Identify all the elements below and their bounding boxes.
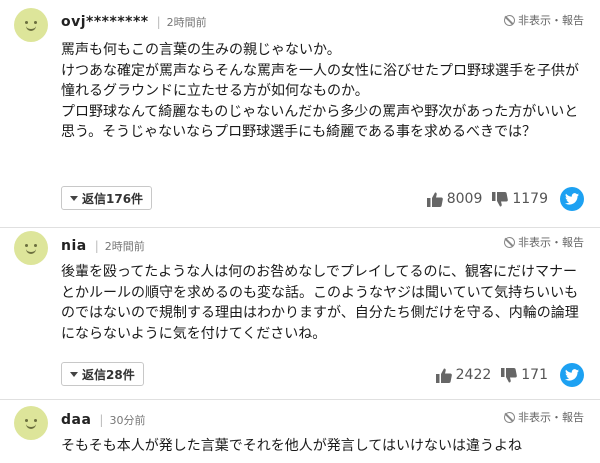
comment-item: daa | 30分前 非表示・報告 そもそも本人が発した言葉でそれを他人が発言し… xyxy=(0,400,600,463)
like-button[interactable]: 8009 xyxy=(426,191,483,207)
comment-actions: 2422 171 xyxy=(435,363,584,387)
comment-body: そもそも本人が発した言葉でそれを他人が発言してはいけないは違うよね xyxy=(61,438,523,454)
dislike-count: 171 xyxy=(521,367,548,383)
twitter-bird-icon xyxy=(565,369,579,381)
hide-report-label: 非表示・報告 xyxy=(518,14,584,27)
ban-icon xyxy=(504,236,515,248)
thumbs-down-icon xyxy=(492,191,509,206)
hide-report-label: 非表示・報告 xyxy=(518,236,584,249)
caret-down-icon xyxy=(70,371,78,377)
username[interactable]: ovj******** xyxy=(61,14,149,30)
timestamp: 2時間前 xyxy=(104,240,145,253)
comment-body: 罵声も何もこの言葉の生みの親じゃないか。 けつあな確定が罵声ならそんな罵声を一人… xyxy=(61,42,579,140)
comment-meta: nia | 2時間前 xyxy=(61,238,145,254)
avatar xyxy=(14,406,48,440)
timestamp: 30分前 xyxy=(109,414,146,427)
reply-toggle-button[interactable]: 返信176件 xyxy=(61,186,153,210)
twitter-share-button[interactable] xyxy=(560,187,584,211)
thumbs-up-icon xyxy=(435,368,452,383)
comment-actions: 8009 1179 xyxy=(426,187,584,211)
like-count: 2422 xyxy=(455,367,492,383)
reply-toggle-button[interactable]: 返信28件 xyxy=(61,362,144,386)
thumbs-up-icon xyxy=(426,192,443,207)
avatar xyxy=(14,231,48,265)
comment-body: 後輩を殴ってたような人は何のお咎めなしでプレイしてるのに、観客にだけマナーとかル… xyxy=(61,264,579,342)
caret-down-icon xyxy=(70,195,78,201)
username[interactable]: daa xyxy=(61,412,91,428)
username[interactable]: nia xyxy=(61,238,87,254)
ban-icon xyxy=(504,411,515,423)
reply-count-label: 返信176件 xyxy=(82,191,144,206)
dislike-button[interactable]: 1179 xyxy=(492,191,548,207)
hide-report-link[interactable]: 非表示・報告 xyxy=(504,234,584,250)
dislike-count: 1179 xyxy=(512,191,548,207)
comment-meta: daa | 30分前 xyxy=(61,412,146,428)
hide-report-link[interactable]: 非表示・報告 xyxy=(504,409,584,425)
dislike-button[interactable]: 171 xyxy=(501,367,548,383)
comment-meta: ovj******** | 2時間前 xyxy=(61,14,207,30)
comment-item: nia | 2時間前 非表示・報告 後輩を殴ってたような人は何のお咎めなしでプレ… xyxy=(0,228,600,400)
twitter-bird-icon xyxy=(565,193,579,205)
comment-item: ovj******** | 2時間前 非表示・報告 罵声も何もこの言葉の生みの親… xyxy=(0,0,600,228)
hide-report-link[interactable]: 非表示・報告 xyxy=(504,12,584,28)
ban-icon xyxy=(504,14,515,26)
like-count: 8009 xyxy=(446,191,483,207)
twitter-share-button[interactable] xyxy=(560,363,584,387)
avatar xyxy=(14,8,48,42)
timestamp: 2時間前 xyxy=(166,16,207,29)
hide-report-label: 非表示・報告 xyxy=(518,411,584,424)
reply-count-label: 返信28件 xyxy=(82,367,135,382)
thumbs-down-icon xyxy=(501,367,518,382)
like-button[interactable]: 2422 xyxy=(435,367,492,383)
